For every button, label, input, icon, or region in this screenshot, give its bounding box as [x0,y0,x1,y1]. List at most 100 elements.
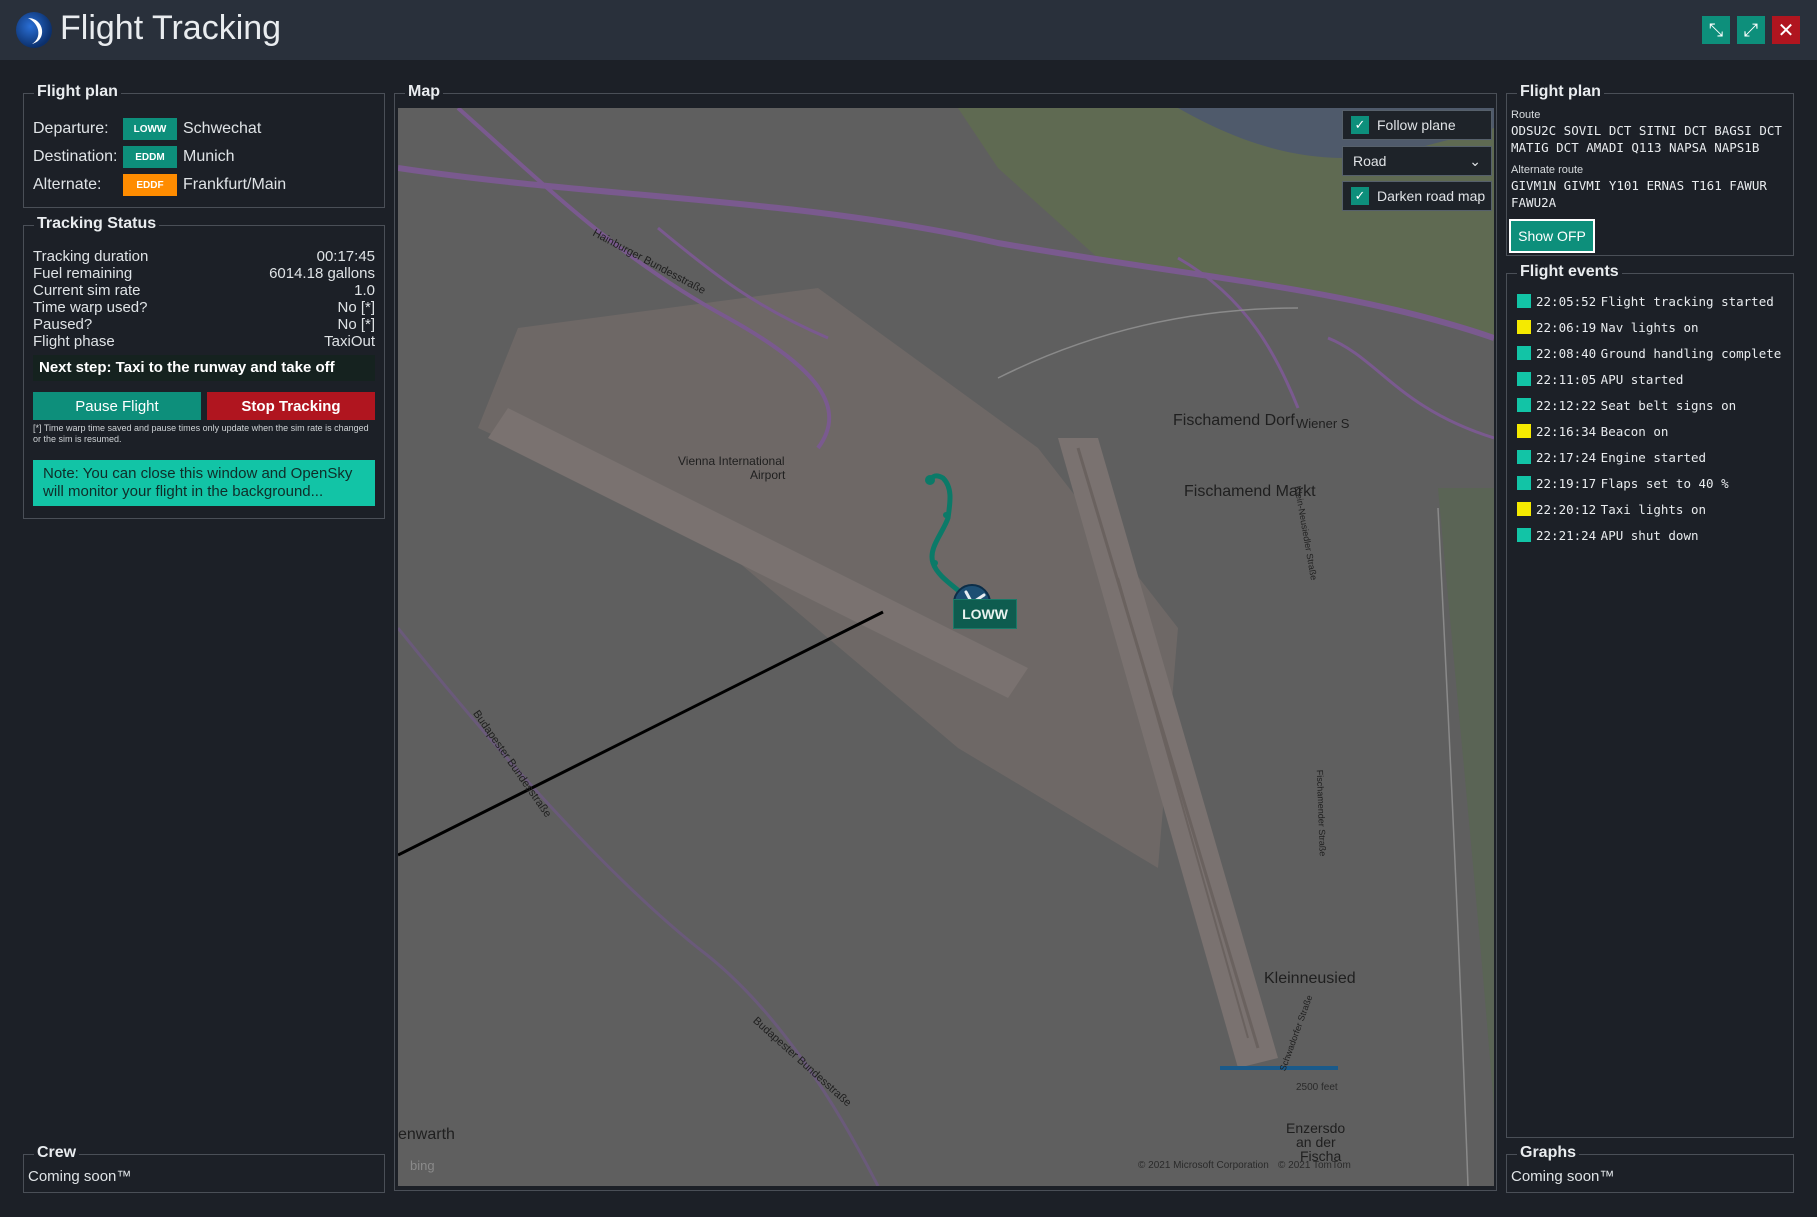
alternate-label: Alternate: [33,176,102,193]
status-value: 6014.18 gallons [269,265,375,282]
flight-events-panel: Flight events 22:05:52 Flight tracking s… [1506,263,1794,1138]
attribution-tomtom: © 2021 TomTom [1278,1160,1351,1171]
destination-label: Destination: [33,148,118,165]
map-panel: Map Fischamend Dorf Wiener S Fischamend … [394,83,1497,1191]
map-place-label: Airport [750,468,786,482]
opensky-logo-icon [16,12,52,48]
event-time: 22:11:05 [1536,371,1597,387]
map-title: Map [405,83,443,101]
status-value: 00:17:45 [316,248,375,265]
alternate-icao-badge: EDDF [123,174,177,196]
right-flight-plan-panel: Flight plan Route ODSU2C SOVIL DCT SITNI… [1506,83,1794,256]
event-text: Nav lights on [1600,319,1699,335]
darken-road-map-label: Darken road map [1377,188,1486,204]
event-status-indicator [1517,502,1531,516]
status-row-fuel: Fuel remaining 6014.18 gallons [33,265,375,282]
status-value: TaxiOut [324,333,375,350]
status-row-phase: Flight phase TaxiOut [33,333,375,350]
event-time: 22:16:34 [1536,423,1597,439]
status-label: Flight phase [33,333,115,350]
bing-logo-icon: bing [410,1158,435,1173]
title-bar: Flight Tracking ⤡ ⤢ ✕ [0,0,1817,60]
event-status-indicator [1517,528,1531,542]
status-row-paused: Paused? No [*] [33,316,375,333]
flight-event-item: 22:20:12 Taxi lights on [1517,501,1706,517]
flight-event-item: 22:16:34 Beacon on [1517,423,1668,439]
event-text: Beacon on [1600,423,1669,439]
event-time: 22:19:17 [1536,475,1597,491]
follow-plane-checkbox[interactable]: ✓ Follow plane [1342,110,1492,140]
flight-event-item: 22:06:19 Nav lights on [1517,319,1699,335]
event-status-indicator [1517,398,1531,412]
crew-title: Crew [34,1144,80,1162]
event-text: Engine started [1600,449,1707,465]
event-status-indicator [1517,320,1531,334]
map-canvas[interactable] [398,108,1494,1186]
route-text: ODSU2C SOVIL DCT SITNI DCT BAGSI DCT MAT… [1511,123,1782,155]
map-place-label: Fischamend Dorf [1173,412,1295,429]
event-time: 22:17:24 [1536,449,1597,465]
event-status-indicator [1517,346,1531,360]
event-text: Taxi lights on [1600,501,1707,517]
map-place-label: Wiener S [1296,416,1350,431]
status-row-time-warp: Time warp used? No [*] [33,299,375,316]
flight-events-title: Flight events [1517,263,1622,281]
event-text: APU started [1600,371,1684,387]
tracking-status-panel: Tracking Status Tracking duration 00:17:… [23,215,385,519]
map-view[interactable]: Fischamend Dorf Wiener S Fischamend Mark… [398,108,1494,1186]
flight-event-item: 22:19:17 Flaps set to 40 % [1517,475,1729,491]
status-value: No [*] [337,316,375,333]
follow-plane-label: Follow plane [1377,117,1456,133]
route-label: Route [1511,109,1541,121]
flight-event-item: 22:08:40 Ground handling complete [1517,345,1781,361]
alternate-route-text: GIVM1N GIVMI Y101 ERNAS T161 FAWUR FAWU2… [1511,178,1767,210]
status-row-sim-rate: Current sim rate 1.0 [33,282,375,299]
pause-flight-button[interactable]: Pause Flight [33,392,201,420]
departure-label: Departure: [33,120,109,137]
event-text: Seat belt signs on [1600,397,1737,413]
alternate-route-label: Alternate route [1511,164,1584,176]
graphs-panel: Graphs Coming soon™ [1506,1144,1794,1193]
crew-coming-soon: Coming soon™ [28,1168,132,1185]
status-label: Time warp used? [33,299,148,316]
graphs-coming-soon: Coming soon™ [1511,1168,1615,1185]
checkmark-icon: ✓ [1351,187,1369,205]
checkmark-icon: ✓ [1351,116,1369,134]
map-place-label: enwarth [398,1126,455,1143]
destination-name: Munich [183,148,235,165]
map-type-select[interactable]: Road ⌄ [1342,146,1492,176]
status-value: 1.0 [354,282,375,299]
time-warp-footnote: [*] Time warp time saved and pause times… [33,423,369,444]
close-button[interactable]: ✕ [1772,16,1800,44]
chevron-down-icon: ⌄ [1469,152,1481,169]
event-time: 22:20:12 [1536,501,1597,517]
flight-plan-panel: Flight plan Departure: LOWW Schwechat De… [23,83,385,208]
stop-tracking-button[interactable]: Stop Tracking [207,392,375,420]
event-status-indicator [1517,372,1531,386]
departure-icao-badge: LOWW [123,118,177,140]
destination-row: Destination: EDDM Munich [33,146,235,168]
event-status-indicator [1517,476,1531,490]
crew-panel: Crew Coming soon™ [23,1144,385,1193]
darken-road-map-checkbox[interactable]: ✓ Darken road map [1342,181,1492,211]
destination-icao-badge: EDDM [123,146,177,168]
app-title: Flight Tracking [60,9,282,47]
flight-event-item: 22:17:24 Engine started [1517,449,1706,465]
event-time: 22:12:22 [1536,397,1597,413]
scale-label: 2500 feet [1296,1082,1338,1093]
status-label: Paused? [33,316,93,333]
show-ofp-button[interactable]: Show OFP [1509,219,1595,253]
right-flight-plan-title: Flight plan [1517,83,1604,101]
flight-event-item: 22:12:22 Seat belt signs on [1517,397,1736,413]
attribution-microsoft: © 2021 Microsoft Corporation [1138,1160,1269,1171]
event-text: APU shut down [1600,527,1699,543]
next-step-banner: Next step: Taxi to the runway and take o… [33,355,375,381]
departure-row: Departure: LOWW Schwechat [33,118,261,140]
event-time: 22:06:19 [1536,319,1597,335]
flight-event-item: 22:21:24 APU shut down [1517,527,1699,543]
minimize-button[interactable]: ⤡ [1702,16,1730,44]
maximize-button[interactable]: ⤢ [1737,16,1765,44]
event-text: Ground handling complete [1600,345,1782,361]
event-text: Flaps set to 40 % [1600,475,1729,491]
alternate-name: Frankfurt/Main [183,176,287,193]
